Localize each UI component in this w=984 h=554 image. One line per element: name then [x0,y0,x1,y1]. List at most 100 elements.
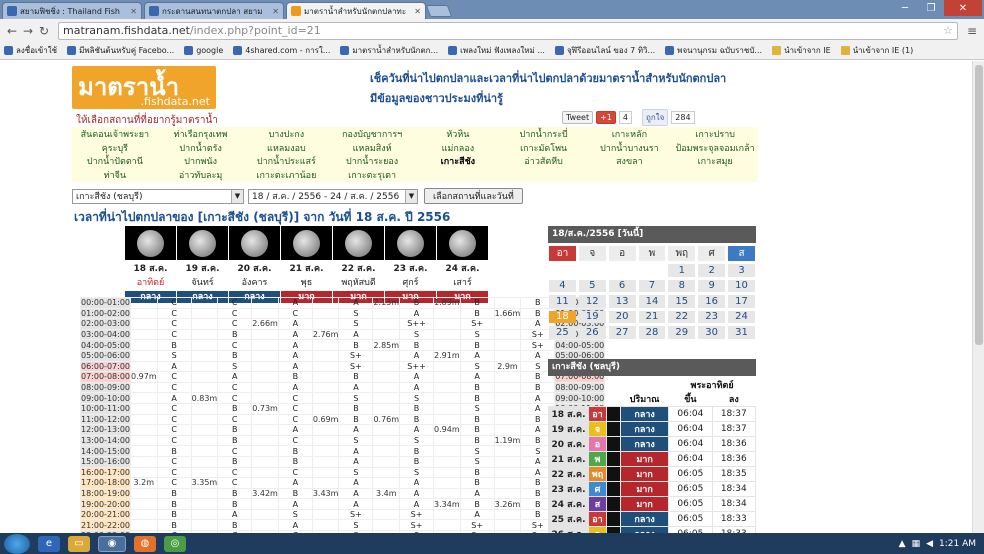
calendar-day[interactable]: 12 [578,295,606,308]
location-link[interactable]: อ่าวทับละมุ [158,168,244,182]
calendar-day[interactable]: 30 [698,326,726,339]
site-logo[interactable]: มาตราน้ำ .fishdata.net [72,66,216,109]
calendar-day[interactable]: 2 [698,264,726,277]
location-link[interactable]: ปากน้ำระยอง [329,154,415,168]
calendar-day[interactable]: 25 [549,326,576,339]
app-icon[interactable]: ◎ [164,535,186,552]
browser-tab-1[interactable]: สยามฟิชชิ่ง : Thailand Fish ✕ [2,2,142,19]
calendar-day[interactable]: 22 [668,310,696,323]
location-link[interactable]: เกาะปราบ [672,127,758,141]
calendar-day[interactable]: 23 [698,310,726,323]
bookmark-item[interactable]: ลงชื่อเข้าใช้ [4,44,57,57]
calendar-day[interactable]: 10 [728,279,755,292]
calendar-day[interactable]: 3 [728,264,755,277]
forward-arrow-icon[interactable]: → [20,24,36,38]
explorer-folder-icon[interactable]: ▭ [68,535,90,552]
tab-close-icon[interactable]: ✕ [269,7,279,16]
location-link[interactable]: สันดอนเจ้าพระยา [72,127,158,141]
calendar-day[interactable]: 28 [638,326,666,339]
location-link[interactable]: ปากน้ำตรัง [158,141,244,155]
bookmark-folder[interactable]: นำเข้าจาก IE [772,44,831,57]
calendar-day[interactable]: 29 [668,326,696,339]
location-link[interactable]: เกาะตะเภาน้อย [244,168,330,182]
browser-tab-3[interactable]: มาตราน้ำสำหรับนักตกปลาทะ ✕ [286,2,426,19]
calendar-day[interactable]: 13 [608,295,636,308]
page-scrollbar[interactable] [972,61,984,533]
bookmark-item[interactable]: จุฬิรีออนไลน์ ของ 7 ทิวิ... [554,44,655,57]
calendar-day[interactable]: 5 [578,279,606,292]
calendar-day[interactable]: 15 [668,295,696,308]
tab-close-icon[interactable]: ✕ [127,7,137,16]
location-link[interactable]: ปากน้ำบางนรา [587,141,673,155]
reload-icon[interactable]: ↻ [36,24,52,38]
browser-tab-2[interactable]: กระดานสนทนาตกปลา สยาม ✕ [144,2,284,19]
location-link[interactable]: กองบัญชาการฯ [329,127,415,141]
bookmark-item[interactable]: มีพลิชันต้นหรับคู่ Facebo... [67,44,174,57]
calendar-day[interactable]: 24 [728,310,755,323]
back-arrow-icon[interactable]: ← [4,24,20,38]
calendar-day[interactable]: 8 [668,279,696,292]
location-link[interactable]: บางปะกง [244,127,330,141]
calendar-day[interactable]: 16 [698,295,726,308]
volume-icon[interactable]: ◀ [926,539,933,549]
calendar-day[interactable]: 20 [608,310,636,323]
location-link[interactable]: หัวหิน [415,127,501,141]
location-link[interactable]: เกาะสีชัง [415,154,501,168]
calendar-day[interactable]: 4 [549,279,576,292]
location-link[interactable]: ปากพนัง [158,154,244,168]
calendar-day[interactable]: 11 [549,295,576,308]
date-range-select[interactable]: 18 / ส.ค. / 2556 - 24 / ส.ค. / 2556 ▼ [248,188,418,204]
location-link[interactable]: สงขลา [587,154,673,168]
location-link[interactable]: อ่าวสัตหีบ [501,154,587,168]
location-link[interactable]: แหลมสิงห์ [329,141,415,155]
bookmark-item[interactable]: มาตราน้ำสำหรับนักตก... [340,44,438,57]
calendar-day[interactable]: 31 [728,326,755,339]
calendar-day[interactable]: 17 [728,295,755,308]
calendar-day[interactable]: 9 [698,279,726,292]
location-link[interactable]: เกาะหลัก [587,127,673,141]
calendar-day[interactable]: 1 [668,264,696,277]
menu-icon[interactable]: ≡ [964,24,980,38]
location-link[interactable]: เกาะสมุย [672,154,758,168]
firefox-icon[interactable]: ◍ [134,535,156,552]
start-button[interactable] [4,533,30,554]
calendar-day[interactable]: 27 [608,326,636,339]
maximize-icon[interactable]: ❐ [918,0,944,16]
scrollbar-thumb[interactable] [975,65,983,345]
chrome-icon[interactable]: ◉ [98,535,126,552]
bookmark-item[interactable]: 4shared.com - การใ... [233,44,330,57]
bookmark-item[interactable]: google [184,46,223,55]
calendar-day[interactable]: 6 [608,279,636,292]
location-select[interactable]: เกาะสีชัง (ชลบุรี) ▼ [72,188,244,204]
location-link[interactable]: แหลมงอบ [244,141,330,155]
location-link[interactable]: ปากน้ำกระบี่ [501,127,587,141]
address-bar[interactable]: matranam.fishdata.net/index.php?point_id… [58,21,958,40]
ie-icon[interactable]: e [38,535,60,552]
location-link[interactable]: เกาะตะรุเตา [329,168,415,182]
gplus-button[interactable]: +1 [596,111,616,124]
tab-close-icon[interactable]: ✕ [411,7,421,16]
calendar-day[interactable]: 26 [578,326,606,339]
close-window-icon[interactable]: ✕ [944,0,982,16]
location-link[interactable]: ปากน้ำปัตตานี [72,154,158,168]
location-link[interactable]: เกาะมัดโพน [501,141,587,155]
tray-arrow-icon[interactable]: ▲ [899,539,906,549]
location-link[interactable]: ท่าเรือกรุงเทพ [158,127,244,141]
tweet-button[interactable]: Tweet [562,111,594,124]
minimize-icon[interactable]: ─ [892,0,918,16]
location-link[interactable]: แม่กลอง [415,141,501,155]
facebook-like-button[interactable]: ถูกใจ [641,109,669,126]
clock[interactable]: 1:21 AM [939,539,976,549]
bookmark-folder[interactable]: นำเข้าจาก IE (1) [840,44,913,57]
bookmark-item[interactable]: เพลงใหม่ ฟังเพลงใหม่ ... [448,44,545,57]
select-location-date-button[interactable]: เลือกสถานที่และวันที่ [424,188,523,204]
calendar-day[interactable]: 18 [549,310,576,323]
bookmark-item[interactable]: พจนานุกรม ฉบับราชบั... [665,44,762,57]
location-link[interactable]: ป้อมพระจุลจอมเกล้า [672,141,758,155]
network-icon[interactable]: ▦ [912,539,921,549]
calendar-day[interactable]: 7 [638,279,666,292]
new-tab-button[interactable] [425,5,453,17]
calendar-day[interactable]: 19 [578,310,606,323]
calendar-day[interactable]: 21 [638,310,666,323]
calendar-day[interactable]: 14 [638,295,666,308]
